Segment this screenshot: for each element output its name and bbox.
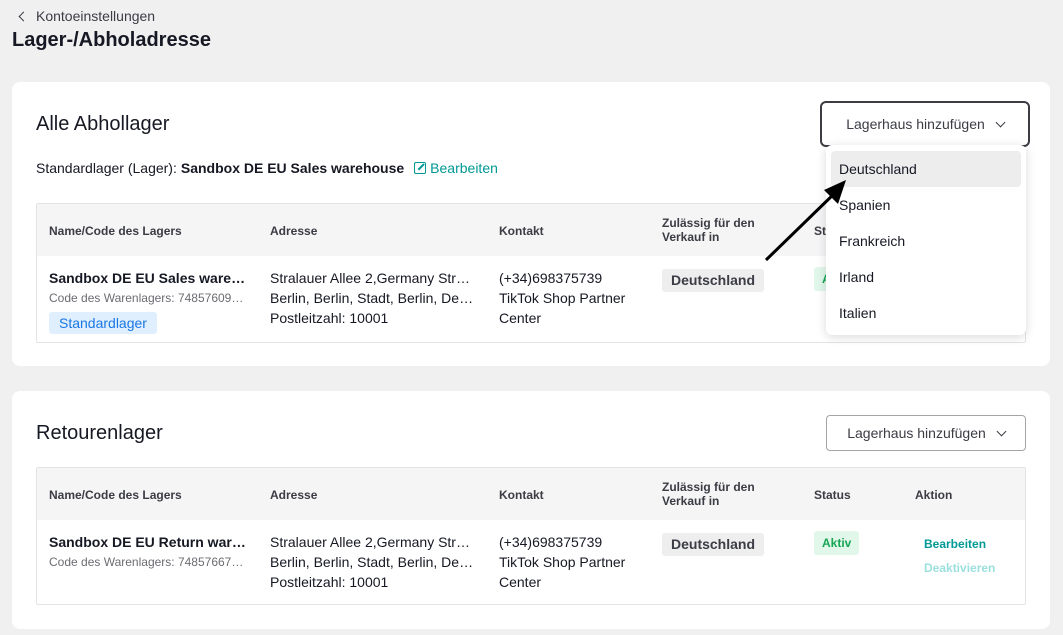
return-warehouse-table: Name/Code des Lagers Adresse Kontakt Zul… [36,467,1026,605]
edit-icon [414,162,427,174]
column-header-sales-region: Zulässig für den Verkauf in [662,216,755,244]
dropdown-item-deutschland[interactable]: Deutschland [831,151,1021,187]
column-header-contact: Kontakt [499,488,544,502]
address-line-2: Berlin, Berlin, Stadt, Berlin, Deutschla… [270,554,475,570]
country-tag: Deutschland [662,269,765,292]
breadcrumb[interactable]: Kontoeinstellungen [18,8,155,24]
address-line-1: Stralauer Allee 2,Germany Straße [270,534,475,550]
country-dropdown-menu: Deutschland Spanien Frankreich Irland It… [826,145,1026,335]
chevron-down-icon [995,117,1006,127]
return-warehouses-card: Retourenlager Lagerhaus hinzufügen Name/… [12,391,1050,629]
column-header-action: Aktion [915,488,953,502]
sales-region-cell: Deutschland [662,269,765,292]
add-return-warehouse-button[interactable]: Lagerhaus hinzufügen [826,415,1026,451]
chevron-left-icon [18,11,29,21]
address-line-1: Stralauer Allee 2,Germany Straße [270,270,475,286]
default-warehouse-name: Sandbox DE EU Sales warehouse [180,160,405,176]
address-cell: Stralauer Allee 2,Germany Straße Berlin,… [270,532,475,592]
address-line-2: Berlin, Berlin, Stadt, Berlin, Deutschla… [270,290,475,306]
warehouse-name: Sandbox DE EU Return warehouse [49,534,249,550]
status-badge: Aktiv [814,531,860,555]
column-header-sales-region: Zulässig für den Verkauf in [662,480,755,508]
column-header-name: Name/Code des Lagers [49,488,182,502]
default-warehouse-badge: Standardlager [49,312,157,334]
dropdown-item-frankreich[interactable]: Frankreich [831,223,1021,259]
warehouse-name: Sandbox DE EU Sales warehouse [49,270,249,286]
address-cell: Stralauer Allee 2,Germany Straße Berlin,… [270,268,475,328]
warehouse-name-cell: Sandbox DE EU Return warehouse Code des … [49,532,249,572]
warehouse-code: Code des Warenlagers: 7485766712345 [49,555,249,569]
add-warehouse-label: Lagerhaus hinzufügen [846,116,985,132]
contact-cell: (+34)698375739 TikTok Shop Partner Cente… [499,532,625,592]
returns-section-title: Retourenlager [36,422,163,444]
column-header-status: Status [814,488,851,502]
dropdown-item-italien[interactable]: Italien [831,295,1021,331]
pickup-section-title: Alle Abhollager [36,113,170,135]
dropdown-item-spanien[interactable]: Spanien [831,187,1021,223]
contact-name-line-1: TikTok Shop Partner [499,290,626,306]
deactivate-warehouse-link[interactable]: Deaktivieren [924,556,995,580]
warehouse-name-cell: Sandbox DE EU Sales warehouse Code des W… [49,268,249,334]
breadcrumb-label[interactable]: Kontoeinstellungen [36,8,155,24]
column-header-name: Name/Code des Lagers [49,224,182,238]
contact-name-line-1: TikTok Shop Partner [499,554,626,570]
chevron-down-icon [996,426,1007,436]
contact-name-line-2: Center [499,310,542,326]
edit-warehouse-link[interactable]: Bearbeiten [924,532,995,556]
default-warehouse-line: Standardlager (Lager): Sandbox DE EU Sal… [36,160,498,176]
contact-name-line-2: Center [499,574,542,590]
contact-phone: (+34)698375739 [499,534,603,550]
page-title: Lager-/Abholadresse [12,29,211,51]
add-pickup-warehouse-button[interactable]: Lagerhaus hinzufügen [820,101,1030,147]
table-header: Name/Code des Lagers Adresse Kontakt Zul… [37,468,1025,520]
warehouse-code: Code des Warenlagers: 7485760945123 [49,291,249,305]
status-cell: Aktiv [814,531,860,555]
add-warehouse-label: Lagerhaus hinzufügen [847,425,986,441]
column-header-contact: Kontakt [499,224,544,238]
edit-label: Bearbeiten [430,160,498,176]
contact-phone: (+34)698375739 [499,270,603,286]
dropdown-item-irland[interactable]: Irland [831,259,1021,295]
action-cell: Bearbeiten Deaktivieren [924,532,995,580]
contact-cell: (+34)698375739 TikTok Shop Partner Cente… [499,268,625,328]
sales-region-cell: Deutschland [662,533,765,556]
default-warehouse-label: Standardlager (Lager): [36,160,177,176]
country-tag: Deutschland [662,533,765,556]
address-line-3: Postleitzahl: 10001 [270,574,389,590]
edit-default-warehouse-link[interactable]: Bearbeiten [414,160,498,176]
column-header-address: Adresse [270,224,318,238]
address-line-3: Postleitzahl: 10001 [270,310,389,326]
column-header-address: Adresse [270,488,318,502]
